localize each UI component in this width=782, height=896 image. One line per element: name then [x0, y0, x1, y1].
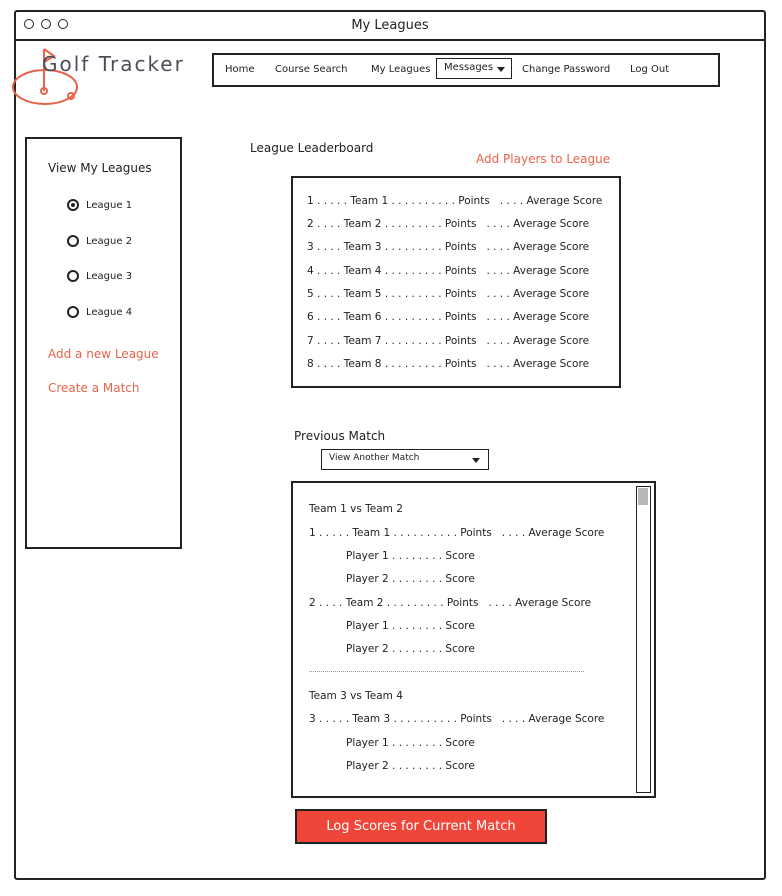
add-new-league-link[interactable]: Add a new League [48, 347, 159, 361]
leaderboard-row: 4 . . . . Team 4 . . . . . . . . . Point… [307, 265, 590, 277]
match-scrollbar[interactable] [636, 486, 651, 793]
radio-selected-icon [67, 199, 79, 211]
leaderboard-row: 1 . . . . . Team 1 . . . . . . . . . . P… [307, 195, 603, 207]
league-label: League 4 [86, 306, 133, 318]
match-heading: Team 3 vs Team 4 [309, 690, 403, 702]
nav-home[interactable]: Home [225, 64, 255, 75]
sidebar-title: View My Leagues [48, 161, 152, 175]
chevron-down-icon [472, 458, 480, 463]
match-details-panel: Team 1 vs Team 2 1 . . . . . Team 1 . . … [291, 481, 656, 798]
league-label: League 2 [86, 235, 133, 247]
title-bar: My Leagues [16, 12, 764, 41]
match-player-row: Player 2 . . . . . . . . Score [346, 573, 475, 585]
previous-match-title: Previous Match [294, 429, 386, 443]
match-separator [309, 671, 584, 672]
match-player-row: Player 1 . . . . . . . . Score [346, 550, 475, 562]
radio-icon [67, 235, 79, 247]
league-radio-3[interactable]: League 3 [67, 270, 132, 282]
top-nav: Home Course Search My Leagues Messages C… [212, 53, 720, 87]
chevron-down-icon [497, 67, 505, 72]
radio-icon [67, 270, 79, 282]
window-title: My Leagues [351, 18, 429, 33]
nav-messages-label: Messages [444, 62, 494, 73]
nav-course-search[interactable]: Course Search [275, 64, 347, 75]
leaderboard-row: 2 . . . . Team 2 . . . . . . . . . Point… [307, 218, 590, 230]
nav-log-out[interactable]: Log Out [630, 64, 669, 75]
leaderboard-table: 1 . . . . . Team 1 . . . . . . . . . . P… [291, 176, 621, 388]
view-another-match-dropdown[interactable]: View Another Match [321, 449, 489, 470]
sidebar: View My Leagues League 1 League 2 League… [25, 137, 182, 549]
match-player-row: Player 1 . . . . . . . . Score [346, 737, 475, 749]
nav-change-password[interactable]: Change Password [522, 64, 610, 75]
leaderboard-row: 7 . . . . Team 7 . . . . . . . . . Point… [307, 335, 590, 347]
leaderboard-row: 8 . . . . Team 8 . . . . . . . . . Point… [307, 358, 590, 370]
leaderboard-row: 5 . . . . Team 5 . . . . . . . . . Point… [307, 288, 590, 300]
dropdown-label: View Another Match [329, 453, 420, 463]
add-players-link[interactable]: Add Players to League [476, 152, 610, 166]
nav-my-leagues[interactable]: My Leagues [371, 64, 430, 75]
league-radio-1[interactable]: League 1 [67, 199, 132, 211]
create-match-link[interactable]: Create a Match [48, 381, 139, 395]
leaderboard-row: 3 . . . . Team 3 . . . . . . . . . Point… [307, 241, 590, 253]
league-radio-2[interactable]: League 2 [67, 235, 132, 247]
match-team-row: 1 . . . . . Team 1 . . . . . . . . . . P… [309, 527, 605, 539]
league-label: League 3 [86, 270, 133, 282]
league-radio-4[interactable]: League 4 [67, 306, 132, 318]
league-label: League 1 [86, 199, 133, 211]
log-scores-button[interactable]: Log Scores for Current Match [295, 809, 547, 844]
nav-messages-dropdown[interactable]: Messages [436, 58, 512, 79]
match-heading: Team 1 vs Team 2 [309, 503, 403, 515]
app-name: Golf Tracker [42, 52, 185, 76]
match-team-row: 2 . . . . Team 2 . . . . . . . . . Point… [309, 597, 592, 609]
match-player-row: Player 1 . . . . . . . . Score [346, 620, 475, 632]
leaderboard-row: 6 . . . . Team 6 . . . . . . . . . Point… [307, 311, 590, 323]
scrollbar-thumb[interactable] [638, 488, 648, 505]
match-team-row: 3 . . . . . Team 3 . . . . . . . . . . P… [309, 713, 605, 725]
radio-icon [67, 306, 79, 318]
leaderboard-title: League Leaderboard [250, 141, 374, 155]
match-player-row: Player 2 . . . . . . . . Score [346, 643, 475, 655]
match-player-row: Player 2 . . . . . . . . Score [346, 760, 475, 772]
